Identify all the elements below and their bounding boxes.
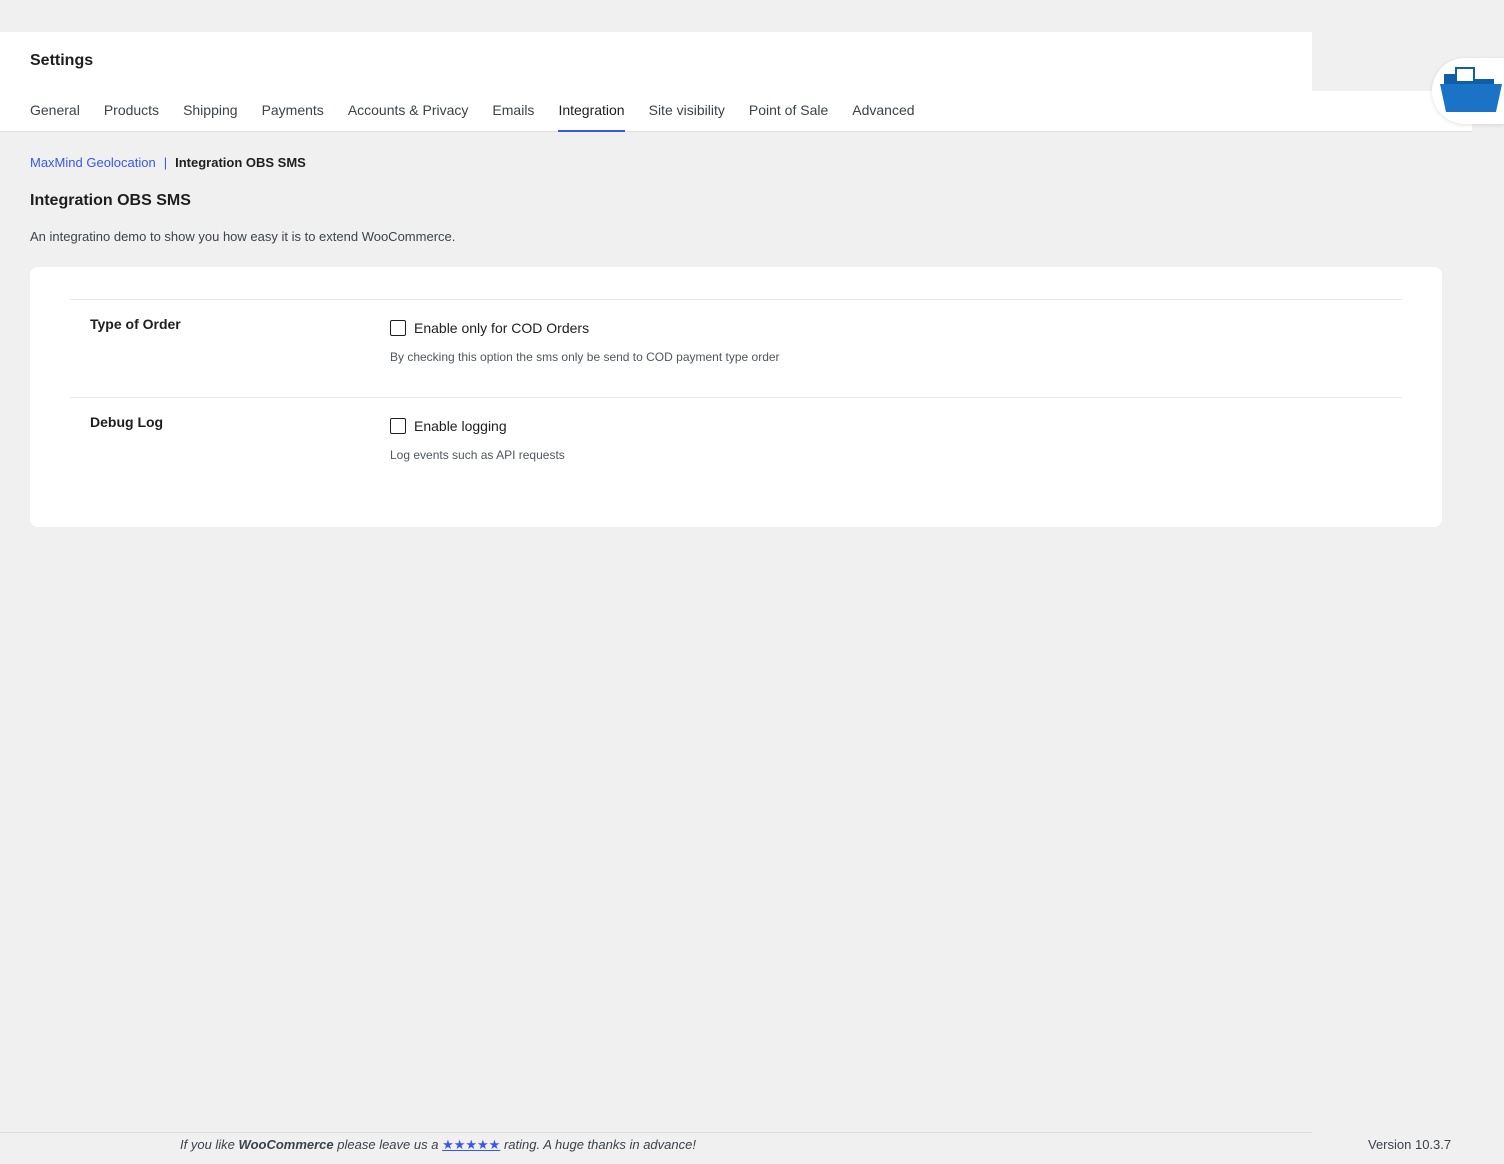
cod-orders-checkbox[interactable]: [390, 320, 406, 336]
breadcrumb-separator: |: [163, 155, 168, 170]
folder-open-icon: [1440, 67, 1502, 112]
tab-shipping[interactable]: Shipping: [183, 100, 238, 132]
logging-checkbox-label[interactable]: Enable logging: [414, 418, 507, 434]
breadcrumb-link-maxmind[interactable]: MaxMind Geolocation: [30, 155, 156, 170]
version-text: Version 10.3.7: [1368, 1137, 1452, 1152]
cod-orders-option[interactable]: Enable only for COD Orders: [390, 320, 589, 336]
tab-payments[interactable]: Payments: [262, 100, 324, 132]
logging-checkbox[interactable]: [390, 418, 406, 434]
footer-divider: [0, 1132, 1312, 1133]
tab-integration[interactable]: Integration: [558, 100, 625, 132]
row-divider: [70, 397, 1402, 398]
breadcrumb-current: Integration OBS SMS: [175, 155, 306, 170]
woocommerce-settings-page: Settings General Products Shipping Payme…: [0, 0, 1504, 1164]
settings-tabs: General Products Shipping Payments Accou…: [30, 100, 915, 132]
logging-option[interactable]: Enable logging: [390, 418, 507, 434]
logging-help: Log events such as API requests: [390, 448, 565, 462]
section-description: An integratino demo to show you how easy…: [30, 229, 456, 244]
folder-badge[interactable]: [1432, 58, 1504, 124]
tab-emails[interactable]: Emails: [492, 100, 534, 132]
tab-general[interactable]: General: [30, 100, 80, 132]
footer-middle: please leave us a: [333, 1137, 443, 1152]
debug-log-label: Debug Log: [90, 414, 164, 430]
footer-suffix: rating. A huge thanks in advance!: [500, 1137, 696, 1152]
footer-prefix: If you like: [180, 1137, 239, 1152]
cod-orders-help: By checking this option the sms only be …: [390, 350, 780, 364]
tab-advanced[interactable]: Advanced: [852, 100, 914, 132]
rating-stars-link[interactable]: ★★★★★: [442, 1137, 500, 1152]
footer-rating-text: If you like WooCommerce please leave us …: [180, 1137, 696, 1153]
tab-products[interactable]: Products: [104, 100, 159, 132]
section-title: Integration OBS SMS: [30, 192, 191, 209]
settings-card: Type of Order Enable only for COD Orders…: [30, 267, 1442, 527]
page-title: Settings: [30, 52, 94, 69]
row-divider: [70, 299, 1402, 300]
tab-site-visibility[interactable]: Site visibility: [649, 100, 725, 132]
footer-brand: WooCommerce: [238, 1137, 334, 1152]
cod-orders-checkbox-label[interactable]: Enable only for COD Orders: [414, 320, 589, 336]
tab-accounts-privacy[interactable]: Accounts & Privacy: [348, 100, 469, 132]
tab-point-of-sale[interactable]: Point of Sale: [749, 100, 828, 132]
type-of-order-label: Type of Order: [90, 316, 181, 332]
breadcrumb: MaxMind Geolocation | Integration OBS SM…: [30, 155, 306, 170]
